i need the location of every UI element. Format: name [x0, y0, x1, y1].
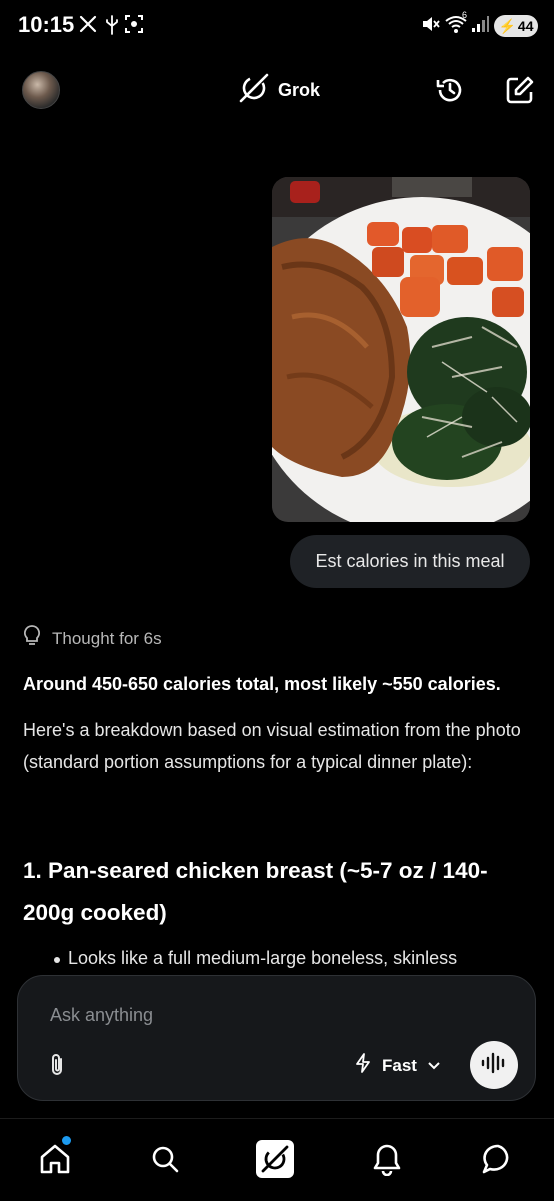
- bullet-dot: [54, 957, 60, 963]
- avatar[interactable]: [22, 71, 60, 109]
- nav-notifications[interactable]: [367, 1141, 407, 1181]
- usb-icon: [104, 14, 120, 41]
- nav-home[interactable]: [35, 1141, 75, 1181]
- section-heading: 1. Pan-seared chicken breast (~5-7 oz / …: [23, 858, 488, 925]
- answer-summary: Around 450-650 calories total, most like…: [23, 674, 501, 694]
- voice-button[interactable]: [470, 1041, 518, 1089]
- bullet-item: Looks like a full medium-large boneless,…: [68, 948, 458, 968]
- header-brand: Grok: [238, 72, 320, 109]
- composer: Fast: [17, 975, 536, 1101]
- user-message-text: Est calories in this meal: [315, 551, 505, 571]
- home-icon: [38, 1142, 72, 1181]
- x-logo-icon: [78, 14, 98, 39]
- grok-icon: [255, 1139, 295, 1184]
- nav-search[interactable]: [145, 1141, 185, 1181]
- ask-input[interactable]: [48, 1004, 452, 1027]
- charging-icon: ⚡: [498, 17, 516, 34]
- header-title: Grok: [278, 80, 321, 100]
- chevron-down-icon: [427, 1056, 441, 1076]
- mode-label: Fast: [382, 1055, 417, 1075]
- history-icon[interactable]: [434, 74, 466, 111]
- compose-icon[interactable]: [504, 74, 536, 111]
- answer-body: Here's a breakdown based on visual estim…: [23, 720, 521, 772]
- meal-photo[interactable]: [272, 177, 530, 522]
- attachment-icon[interactable]: [46, 1052, 68, 1083]
- battery-level: 44: [517, 18, 534, 34]
- thought-label: Thought for 6s: [52, 628, 162, 648]
- thought-toggle[interactable]: Thought for 6s: [22, 624, 162, 653]
- mode-select[interactable]: Fast: [354, 1052, 441, 1079]
- search-icon: [149, 1143, 181, 1180]
- nav-messages[interactable]: [478, 1141, 518, 1181]
- nav-grok[interactable]: [255, 1139, 295, 1184]
- voice-waveform-icon: [480, 1052, 508, 1079]
- signal-icon: [470, 14, 490, 39]
- messages-icon: [481, 1142, 515, 1181]
- mute-icon: [420, 14, 440, 39]
- notification-dot: [62, 1136, 71, 1145]
- grok-logo-icon: [238, 72, 270, 109]
- status-time: 10:15: [18, 12, 75, 37]
- lightning-icon: [354, 1052, 372, 1079]
- network-type-label: 6: [462, 10, 468, 20]
- user-message-bubble: Est calories in this meal: [290, 535, 530, 588]
- notifications-icon: [371, 1142, 403, 1181]
- battery-indicator: ⚡ 44: [494, 15, 538, 37]
- lightbulb-icon: [22, 624, 42, 653]
- bottom-nav: [0, 1118, 554, 1201]
- status-bar: 10:15 6 ⚡ 44: [0, 0, 554, 52]
- screenshot-icon: [124, 14, 144, 39]
